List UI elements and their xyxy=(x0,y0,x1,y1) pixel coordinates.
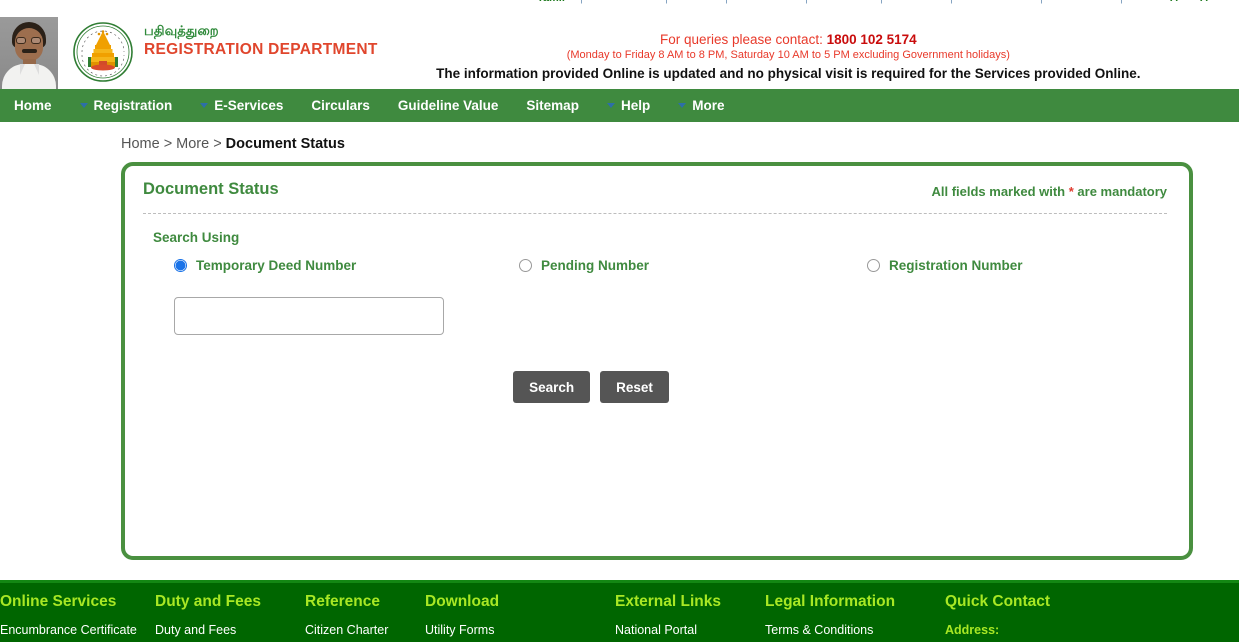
nav-item-label: Registration xyxy=(93,97,173,113)
radio-button-icon[interactable] xyxy=(519,258,532,272)
search-using-label: Search Using xyxy=(153,230,240,245)
footer-column-legal-information: Legal Information Terms & Conditions xyxy=(765,583,895,639)
radio-option-registration-number[interactable]: Registration Number xyxy=(867,258,1023,273)
top-strip-item-1[interactable]: | xyxy=(580,0,583,4)
top-strip-item-3[interactable]: | xyxy=(725,0,728,4)
search-type-radio-group[interactable]: Temporary Deed Number Pending Number Regis… xyxy=(139,245,1171,275)
top-strip-item-8[interactable]: | xyxy=(1120,0,1123,4)
search-value-input[interactable] xyxy=(174,297,444,335)
chief-minister-photo xyxy=(0,17,58,89)
top-strip-item-9[interactable]: A xyxy=(1170,0,1178,4)
brand-title-english: REGISTRATION DEPARTMENT xyxy=(144,41,378,58)
nav-item-label: Circulars xyxy=(311,97,370,113)
panel-wrapper: Document Status All fields marked with *… xyxy=(0,162,1239,560)
breadcrumb-separator-2: > xyxy=(213,136,222,152)
main-navigation[interactable]: Home Registration E-Services Circulars Guide… xyxy=(0,88,1239,122)
top-strip-item-2[interactable]: | xyxy=(665,0,668,4)
footer-column-heading: Legal Information xyxy=(765,593,896,610)
nav-item-label: More xyxy=(692,97,725,113)
nav-item-help[interactable]: Help xyxy=(593,89,664,123)
brand-text: பதிவுத்துறை REGISTRATION DEPARTMENT xyxy=(144,23,378,59)
nav-item-label: Home xyxy=(14,97,52,113)
document-status-panel: Document Status All fields marked with *… xyxy=(121,162,1193,560)
footer-column-duty-and-fees: Duty and Fees Duty and Fees xyxy=(155,583,261,639)
radio-option-pending-number[interactable]: Pending Number xyxy=(519,258,649,273)
mandatory-note-pre: All fields marked with xyxy=(931,184,1069,199)
footer-column-quick-contact: Quick Contact Address: xyxy=(945,583,1050,639)
nav-item-label: Help xyxy=(620,97,651,113)
footer-column-external-links: External Links National Portal xyxy=(615,583,721,639)
nav-item-guideline-value[interactable]: Guideline Value xyxy=(384,89,513,123)
footer-link[interactable]: Citizen Charter xyxy=(305,621,388,639)
chevron-down-icon xyxy=(606,103,615,108)
nav-item-registration[interactable]: Registration xyxy=(66,89,187,123)
footer-column-reference: Reference Citizen Charter xyxy=(305,583,388,639)
contact-line: For queries please contact: 1800 102 517… xyxy=(378,31,1199,48)
radio-button-icon[interactable] xyxy=(174,258,187,272)
radio-option-label: Pending Number xyxy=(541,257,650,273)
breadcrumb-home-link[interactable]: Home xyxy=(121,136,160,152)
mandatory-note-post: are mandatory xyxy=(1073,184,1167,199)
radio-button-icon[interactable] xyxy=(867,258,880,272)
top-strip-item-4[interactable]: | xyxy=(805,0,808,4)
footer-link: Address: xyxy=(945,623,1000,637)
footer-column-download: Download Utility Forms xyxy=(425,583,499,639)
nav-item-sitemap[interactable]: Sitemap xyxy=(512,89,593,123)
nav-item-label: E-Services xyxy=(214,97,284,113)
footer-column-heading: External Links xyxy=(615,593,721,610)
top-strip-item-5[interactable]: | xyxy=(880,0,883,4)
footer-column-heading: Reference xyxy=(305,593,380,610)
footer-column-online-services: Online Services Encumbrance Certificate xyxy=(0,583,137,639)
chevron-down-icon xyxy=(200,103,209,108)
contact-hours-text: (Monday to Friday 8 AM to 8 PM, Saturday… xyxy=(566,49,1010,61)
mandatory-fields-note: All fields marked with * are mandatory xyxy=(931,180,1167,199)
reset-button[interactable]: Reset xyxy=(600,371,669,403)
online-info-notice: The information provided Online is updat… xyxy=(436,66,1141,81)
nav-item-e-services[interactable]: E-Services xyxy=(186,89,297,123)
utility-top-strip: Tamil | | | | | | | | A A xyxy=(0,0,1239,13)
nav-item-home[interactable]: Home xyxy=(0,89,66,123)
breadcrumb-current-page: Document Status xyxy=(225,136,345,152)
breadcrumb-separator-1: > xyxy=(163,136,173,152)
tamil-nadu-state-emblem-icon xyxy=(72,21,134,83)
radio-option-temporary-deed-number[interactable]: Temporary Deed Number xyxy=(174,258,356,273)
footer-link[interactable]: Duty and Fees xyxy=(155,621,261,639)
panel-title: Document Status xyxy=(143,180,279,198)
brand-title-tamil: பதிவுத்துறை xyxy=(144,23,219,38)
footer-link[interactable]: Utility Forms xyxy=(425,621,499,639)
footer-column-heading: Online Services xyxy=(0,593,117,610)
footer-column-heading: Duty and Fees xyxy=(155,593,261,610)
breadcrumb: Home > More > Document Status xyxy=(0,122,1239,162)
radio-option-label: Registration Number xyxy=(889,257,1023,273)
contact-phone-number: 1800 102 5174 xyxy=(826,32,917,47)
search-button[interactable]: Search xyxy=(513,371,591,403)
top-strip-item-7[interactable]: | xyxy=(1040,0,1043,4)
footer-column-heading: Download xyxy=(425,593,500,610)
nav-item-circulars[interactable]: Circulars xyxy=(297,89,384,123)
action-button-row: Search Reset xyxy=(139,335,1171,403)
panel-header: Document Status All fields marked with *… xyxy=(139,180,1171,199)
footer-link[interactable]: National Portal xyxy=(615,621,721,639)
radio-option-label: Temporary Deed Number xyxy=(196,257,357,273)
top-strip-item-6[interactable]: | xyxy=(950,0,953,4)
breadcrumb-more-link[interactable]: More xyxy=(176,136,209,152)
chevron-down-icon xyxy=(678,103,687,108)
nav-item-label: Guideline Value xyxy=(397,97,499,113)
footer-spacer xyxy=(0,560,1239,580)
nav-item-label: Sitemap xyxy=(526,97,579,113)
search-field-row xyxy=(139,275,1171,335)
footer-column-heading: Quick Contact xyxy=(945,593,1051,610)
contact-prefix-text: For queries please contact: xyxy=(659,32,827,47)
footer-link[interactable]: Encumbrance Certificate xyxy=(0,621,137,639)
top-strip-item-0[interactable]: Tamil xyxy=(537,0,565,4)
site-footer: Online Services Encumbrance Certificate Du… xyxy=(0,580,1239,642)
footer-link[interactable]: Terms & Conditions xyxy=(765,621,895,639)
top-strip-item-10[interactable]: A xyxy=(1200,0,1208,4)
chevron-down-icon xyxy=(79,103,88,108)
header-message-block: For queries please contact: 1800 102 517… xyxy=(378,13,1239,83)
nav-item-more[interactable]: More xyxy=(664,89,738,123)
page-header: பதிவுத்துறை REGISTRATION DEPARTMENT For … xyxy=(0,13,1239,89)
